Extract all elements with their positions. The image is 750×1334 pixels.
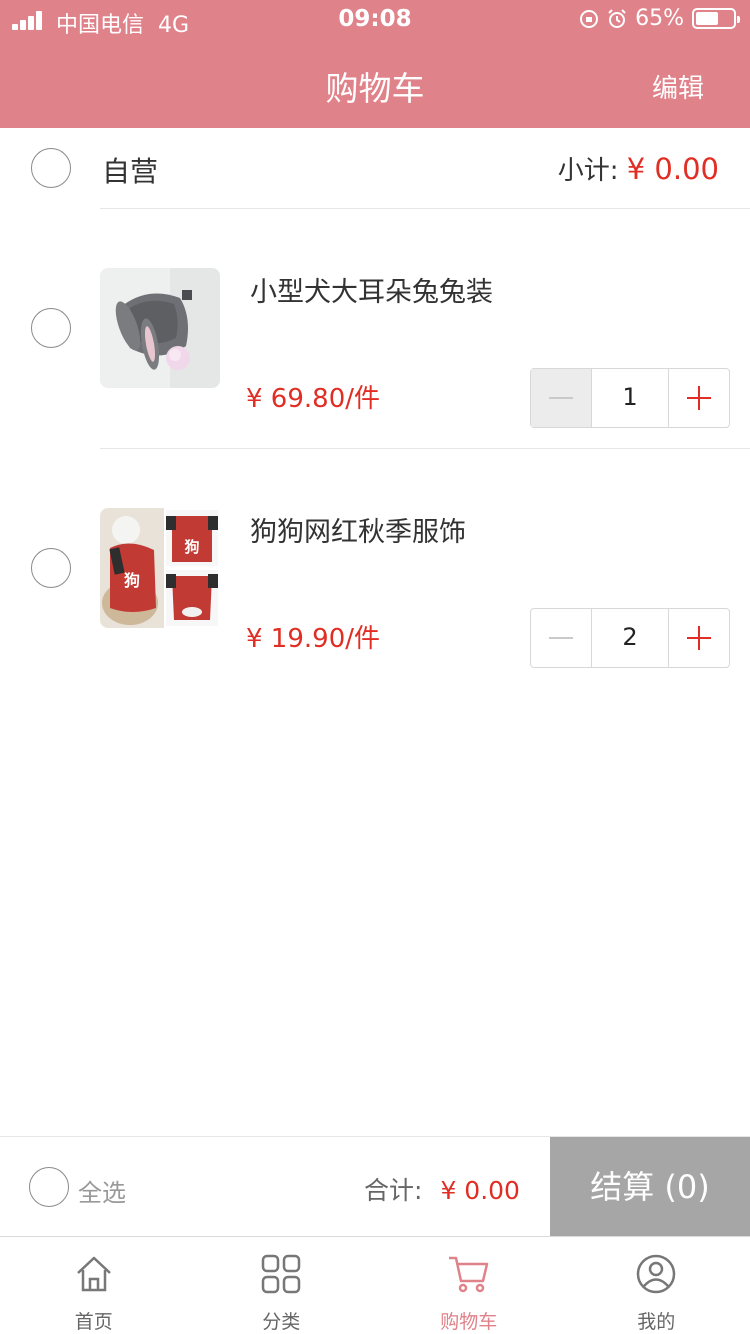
store-subtotal: 小计: ¥ 0.00 <box>558 150 719 187</box>
cart-icon <box>448 1256 488 1293</box>
product-price: ¥ 69.80/件 <box>246 384 380 414</box>
tab-label: 分类 <box>262 1311 301 1333</box>
cart-summary-bar: 全选 合计: ¥ 0.00 结算 (0) <box>0 1136 750 1237</box>
minus-icon <box>549 637 573 639</box>
svg-text:狗: 狗 <box>124 571 140 590</box>
cart-item: 狗 狗 狗狗网红秋季服饰 ¥ 19.90/件 2 <box>0 448 750 688</box>
product-name[interactable]: 狗狗网红秋季服饰 <box>250 510 466 549</box>
quantity-value[interactable]: 1 <box>591 369 669 427</box>
select-all-label[interactable]: 全选 <box>78 1173 126 1208</box>
tab-category[interactable]: 分类 <box>188 1237 376 1334</box>
total-label: 合计: <box>364 1176 423 1205</box>
decrease-button[interactable] <box>531 609 591 667</box>
quantity-stepper: 2 <box>530 608 730 668</box>
cart-total: 合计: ¥ 0.00 <box>364 1171 520 1207</box>
rotation-lock-icon <box>580 9 599 28</box>
product-image[interactable]: 狗 狗 <box>100 508 220 628</box>
tab-label: 购物车 <box>440 1311 498 1333</box>
store-select-checkbox[interactable] <box>31 148 71 188</box>
item-select-checkbox[interactable] <box>31 308 71 348</box>
alarm-icon <box>608 8 626 28</box>
subtotal-value: ¥ 0.00 <box>626 152 719 186</box>
subtotal-label: 小计: <box>557 156 619 186</box>
decrease-button[interactable] <box>531 369 591 427</box>
store-name: 自营 <box>102 155 159 188</box>
quantity-value[interactable]: 2 <box>591 609 669 667</box>
status-right: 65% <box>579 6 740 31</box>
select-all-checkbox[interactable] <box>29 1167 69 1207</box>
product-name[interactable]: 小型犬大耳朵兔兔装 <box>250 270 493 309</box>
rabbit-ear-dog-costume-photo <box>100 268 220 388</box>
home-icon <box>76 1256 111 1292</box>
minus-icon <box>549 397 573 399</box>
svg-text:狗: 狗 <box>184 538 199 556</box>
battery-percent: 65% <box>635 6 684 31</box>
tab-cart[interactable]: 购物车 <box>375 1237 563 1334</box>
page-title: 购物车 <box>325 69 425 108</box>
tab-label: 我的 <box>637 1311 676 1333</box>
status-bar: 中国电信 4G 09:08 65% <box>0 0 750 40</box>
checkout-button[interactable]: 结算 (0) <box>550 1137 750 1237</box>
category-icon <box>262 1254 301 1294</box>
increase-button[interactable] <box>669 369 729 427</box>
tab-home[interactable]: 首页 <box>0 1237 188 1334</box>
bottom-tab-bar: 首页 分类 购物车 我的 <box>0 1236 750 1334</box>
total-value: ¥ 0.00 <box>440 1176 520 1205</box>
item-select-checkbox[interactable] <box>31 548 71 588</box>
product-price: ¥ 19.90/件 <box>246 624 380 654</box>
increase-button[interactable] <box>669 609 729 667</box>
quantity-stepper: 1 <box>530 368 730 428</box>
store-header: 自营 小计: ¥ 0.00 <box>0 128 750 208</box>
profile-icon <box>637 1254 676 1294</box>
product-image[interactable] <box>100 268 220 388</box>
battery-icon <box>692 8 740 29</box>
tab-label: 首页 <box>74 1311 113 1333</box>
cart-item: 小型犬大耳朵兔兔装 ¥ 69.80/件 1 <box>0 208 750 448</box>
edit-button[interactable]: 编辑 <box>652 68 704 105</box>
top-header: 中国电信 4G 09:08 65% 购物车 编辑 <box>0 0 750 128</box>
tab-profile[interactable]: 我的 <box>563 1237 750 1334</box>
red-dog-shirt-photo: 狗 狗 <box>100 508 220 628</box>
